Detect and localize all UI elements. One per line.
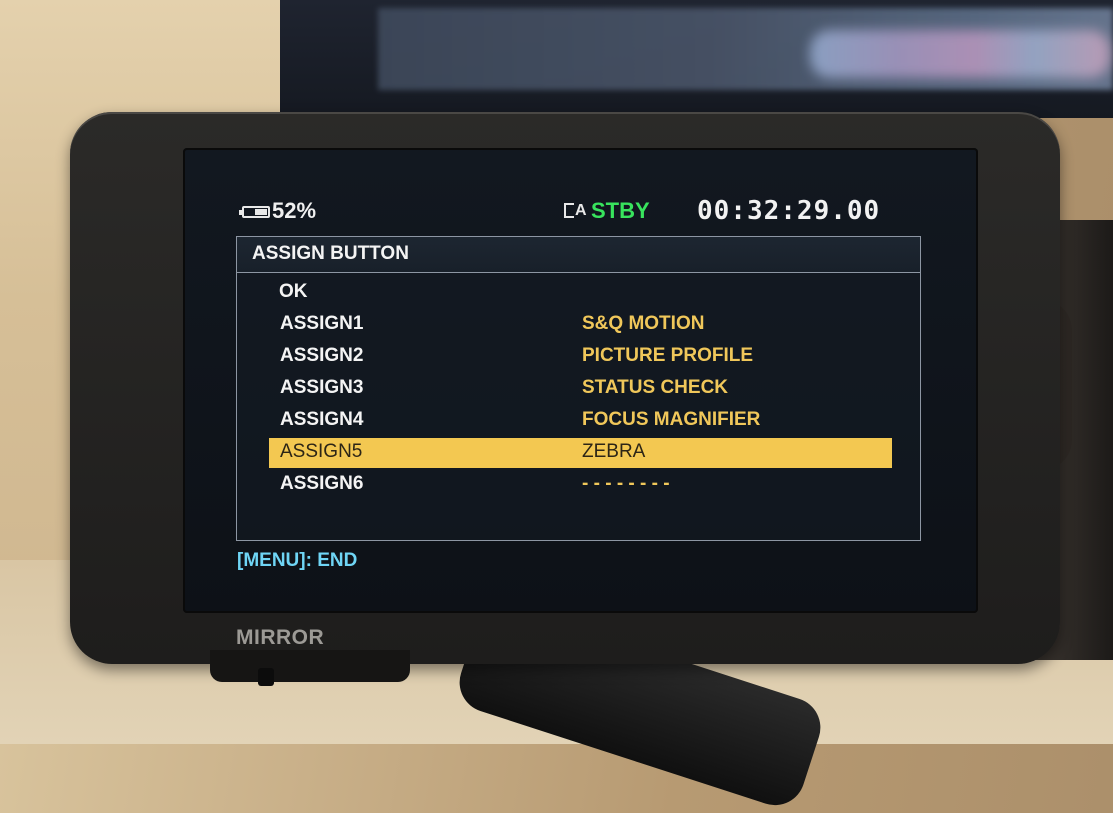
lcd-hinge — [210, 650, 410, 682]
menu-item-assign4[interactable]: ASSIGN4 FOCUS MAGNIFIER — [237, 406, 857, 436]
menu-item-label: ASSIGN4 — [280, 409, 364, 430]
menu-item-label: ASSIGN3 — [280, 377, 364, 398]
timecode: 00:32:29.00 — [697, 196, 881, 226]
media-slot-shape — [564, 203, 574, 218]
menu-title: ASSIGN BUTTON — [252, 243, 409, 264]
menu-item-value: S&Q MOTION — [582, 313, 705, 334]
battery-icon — [239, 206, 270, 218]
menu-item-label: ASSIGN5 — [280, 441, 363, 462]
menu-item-value: FOCUS MAGNIFIER — [582, 409, 761, 430]
battery-percent: 52% — [272, 198, 317, 223]
lcd-screen: 52% A STBY 00:32:29.00 ASSIGN BUTTON OK A… — [183, 148, 978, 613]
menu-item-value: STATUS CHECK — [582, 377, 729, 398]
menu-item-label: ASSIGN1 — [280, 313, 364, 334]
media-slot-icon: A — [564, 201, 590, 221]
battery-fill — [254, 209, 267, 215]
assign-menu-panel: ASSIGN BUTTON OK ASSIGN1 S&Q MOTION ASSIGN2… — [236, 236, 921, 541]
menu-item-assign5[interactable]: ASSIGN5 ZEBRA — [269, 438, 892, 468]
status-bar: 52% A STBY 00:32:29.00 — [183, 148, 978, 228]
menu-item-label: ASSIGN2 — [280, 345, 364, 366]
menu-item-label: ASSIGN6 — [280, 473, 364, 494]
menu-item-assign2[interactable]: ASSIGN2 PICTURE PROFILE — [237, 342, 857, 372]
menu-end-hint: [MENU]: END — [237, 550, 358, 571]
menu-item-assign6[interactable]: ASSIGN6 - - - - - - - - — [237, 470, 857, 500]
menu-item-value: PICTURE PROFILE — [582, 345, 754, 366]
record-status: STBY — [591, 198, 650, 223]
menu-item-label: OK — [279, 281, 308, 302]
menu-item-assign3[interactable]: ASSIGN3 STATUS CHECK — [237, 374, 857, 404]
menu-item-assign1[interactable]: ASSIGN1 S&Q MOTION — [237, 310, 857, 340]
menu-item-value: ZEBRA — [582, 441, 646, 462]
menu-title-bar: ASSIGN BUTTON — [237, 237, 920, 273]
menu-item-value: - - - - - - - - — [582, 473, 670, 494]
media-slot-letter: A — [575, 202, 587, 219]
monitor-dock-blur — [810, 30, 1110, 78]
hinge-knob — [258, 668, 274, 686]
mirror-label: MIRROR — [236, 626, 325, 649]
menu-item-ok[interactable]: OK — [237, 278, 857, 308]
